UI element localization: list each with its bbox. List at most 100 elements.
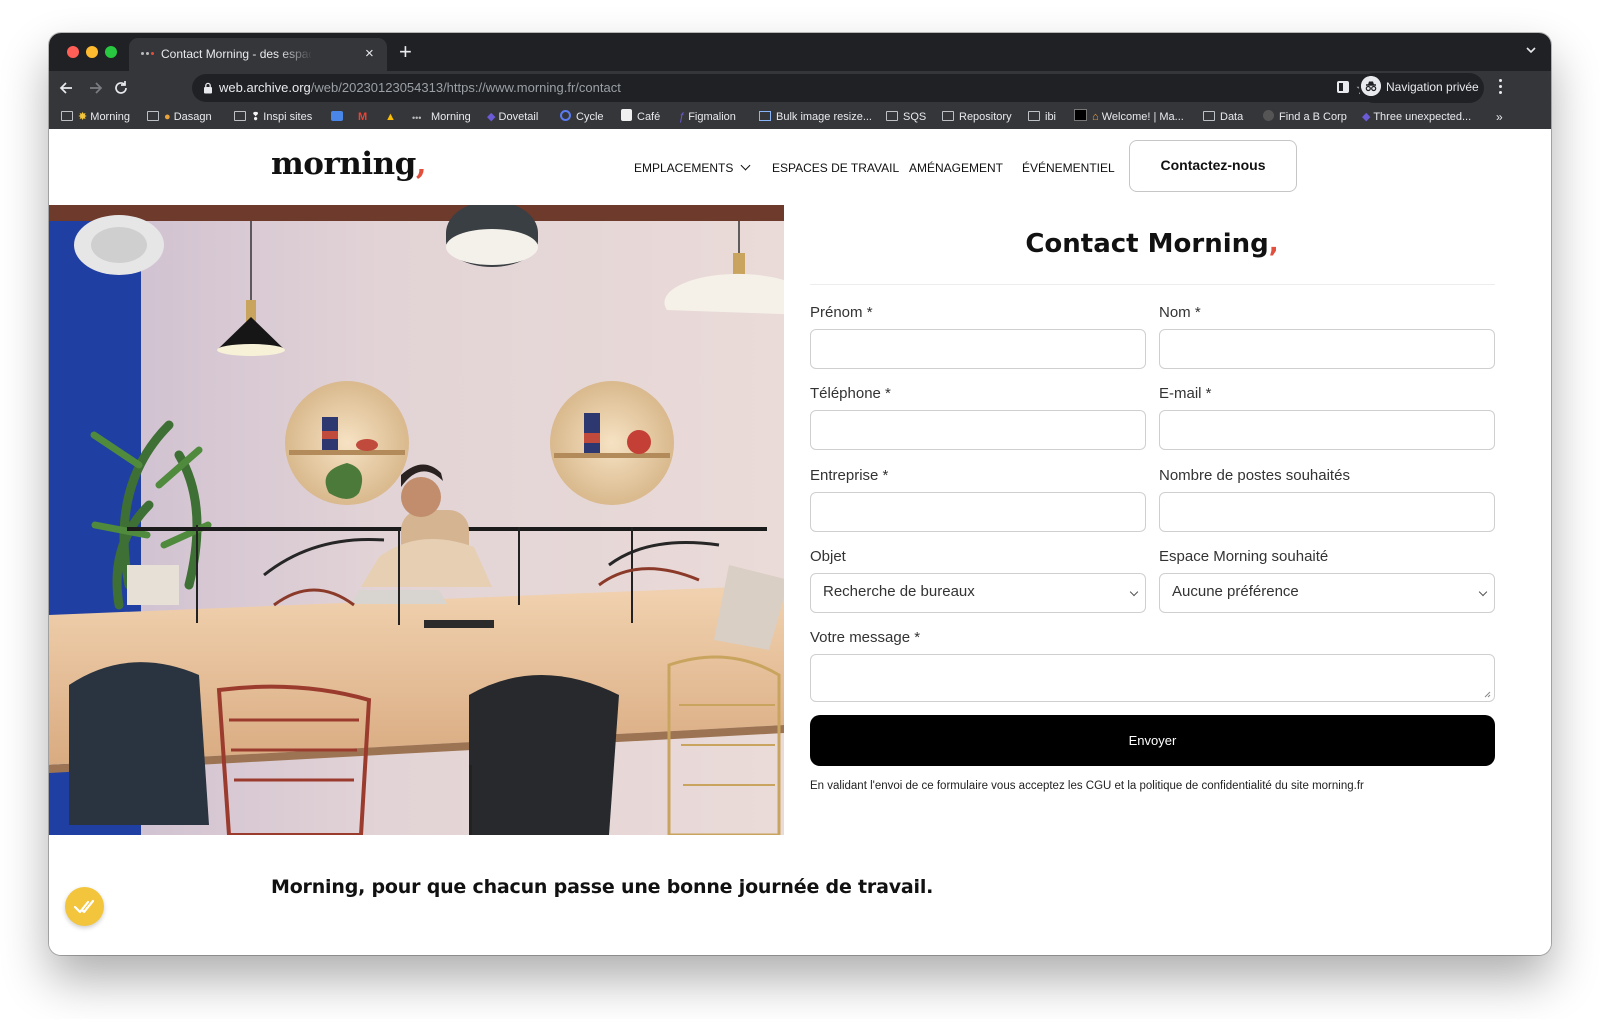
incognito-icon [1361,76,1381,96]
message-label: Votre message * [810,629,921,646]
nav-espaces-de-travail[interactable]: ESPACES DE TRAVAIL [772,161,899,175]
bookmark-label: Dasagn [173,111,212,123]
url-host: web.archive.org [219,80,311,95]
space-select[interactable]: Aucune préférence [1159,573,1495,613]
home-icon: ⌂ [1092,111,1102,123]
minimize-window-button[interactable] [86,46,98,58]
bookmark-find-b-corp[interactable]: Find a B Corp [1263,105,1347,129]
phone-label: Téléphone * [810,385,891,402]
bookmark-cycle[interactable]: Cycle [560,105,604,129]
space-selected-value: Aucune préférence [1172,583,1299,600]
nav-amenagement[interactable]: AMÉNAGEMENT [909,161,1003,175]
morning-favicon-icon [141,49,155,59]
bookmark-label: Welcome! | Ma... [1101,111,1184,123]
message-textarea[interactable] [810,654,1495,702]
lock-icon[interactable] [202,82,214,94]
checkmark-badge-button[interactable] [65,887,104,926]
tab-bar: Contact Morning - des espaces de travail… [49,33,1551,71]
nav-label: EMPLACEMENTS [634,161,734,175]
close-window-button[interactable] [67,46,79,58]
company-label: Entreprise * [810,467,889,484]
folder-icon [1028,111,1040,121]
bookmark-inspi-sites[interactable]: ❢ Inspi sites [234,105,312,129]
page-content: morning, EMPLACEMENTS ESPACES DE TRAVAIL… [49,129,1551,955]
tab-search-chevron-icon[interactable] [1525,45,1537,55]
cafe-icon [621,109,632,121]
new-tab-button[interactable]: + [399,39,412,65]
bookmark-label: Data [1220,111,1244,123]
bookmark-dovetail[interactable]: ◆ Dovetail [487,105,538,129]
calendar-icon [331,111,343,121]
blob-icon: ● [164,111,174,123]
bookmark-ibi[interactable]: ibi [1028,105,1056,129]
bookmark-welcome[interactable]: ⌂ Welcome! | Ma... [1074,105,1184,129]
bookmark-label: Three unexpected... [1373,111,1472,123]
folder-icon [1203,111,1215,121]
bookmark-morning-2[interactable]: ••• Morning [412,105,471,129]
more-bookmarks-icon[interactable]: » [1496,110,1503,124]
address-bar[interactable]: web.archive.org/web/20230123054313/https… [192,74,1382,102]
bookmark-label: Cycle [576,111,604,123]
subject-select[interactable]: Recherche de bureaux [810,573,1146,613]
pin-icon: ❢ [251,111,264,123]
bcorp-icon [1263,110,1274,121]
resize-icon [759,111,771,121]
bookmark-label: Repository [959,111,1012,123]
incognito-profile-button[interactable]: Navigation privée [1359,73,1484,103]
bookmark-data[interactable]: Data [1203,105,1243,129]
logo-comma: , [415,146,427,182]
morning-logo[interactable]: morning, [271,146,427,182]
phone-input[interactable] [810,410,1146,450]
email-label: E-mail * [1159,385,1212,402]
reload-icon[interactable] [111,78,131,98]
bookmark-label: SQS [903,111,927,123]
folder-icon [61,111,73,121]
bookmark-morning[interactable]: ✸ Morning [61,105,130,129]
form-divider [810,284,1495,285]
form-title: Contact Morning, [809,229,1495,259]
browser-menu-icon[interactable] [1499,79,1503,97]
legal-notice: En validant l'envoi de ce formulaire vou… [810,780,1364,792]
contact-us-button[interactable]: Contactez-nous [1129,140,1297,192]
folder-icon [147,111,159,121]
forward-arrow-icon[interactable] [85,78,105,98]
logo-text: morning [271,146,416,182]
bookmark-figmalion[interactable]: ƒ Figmalion [679,105,736,129]
gmail-icon: M [358,111,368,123]
tab-close-icon[interactable]: × [365,45,374,63]
side-panel-icon[interactable] [1337,81,1349,93]
bookmark-three-unexpected[interactable]: ◆ Three unexpected... [1362,105,1471,129]
back-arrow-icon[interactable] [57,78,77,98]
bookmark-label: ibi [1045,111,1057,123]
maximize-window-button[interactable] [105,46,117,58]
firstname-input[interactable] [810,329,1146,369]
email-input[interactable] [1159,410,1495,450]
tab-contact-morning[interactable]: Contact Morning - des espaces de travail… [129,38,387,71]
bookmark-bulk-image-resize[interactable]: Bulk image resize... [759,105,872,129]
bookmark-dasagn[interactable]: ● Dasagn [147,105,212,129]
bookmark-sqs[interactable]: SQS [886,105,926,129]
bookmark-cafe[interactable]: Café [621,105,660,129]
seats-input[interactable] [1159,492,1495,532]
bookmark-calendar[interactable] [331,105,348,129]
morning-favicon-icon: ••• [412,113,422,123]
bookmark-repository[interactable]: Repository [942,105,1012,129]
folder-icon [942,111,954,121]
browser-toolbar: web.archive.org/web/20230123054313/https… [49,71,1551,105]
bookmark-drive[interactable]: ▲ [385,105,396,129]
bookmark-gmail[interactable]: M [358,105,367,129]
nav-emplacements[interactable]: EMPLACEMENTS [634,160,751,175]
bookmark-label: Morning [431,111,471,123]
drive-icon: ▲ [385,111,396,123]
company-input[interactable] [810,492,1146,532]
chevron-down-icon [740,160,751,171]
url-text[interactable]: web.archive.org/web/20230123054313/https… [219,80,621,95]
submit-button[interactable]: Envoyer [810,715,1495,766]
resize-grip-icon[interactable] [1484,691,1491,698]
lastname-input[interactable] [1159,329,1495,369]
bookmark-label: Café [637,111,661,123]
subject-label: Objet [810,548,846,565]
bookmark-label: Bulk image resize... [776,111,872,123]
nav-evenementiel[interactable]: ÉVÉNEMENTIEL [1022,161,1115,175]
sun-icon: ✸ [78,111,91,123]
